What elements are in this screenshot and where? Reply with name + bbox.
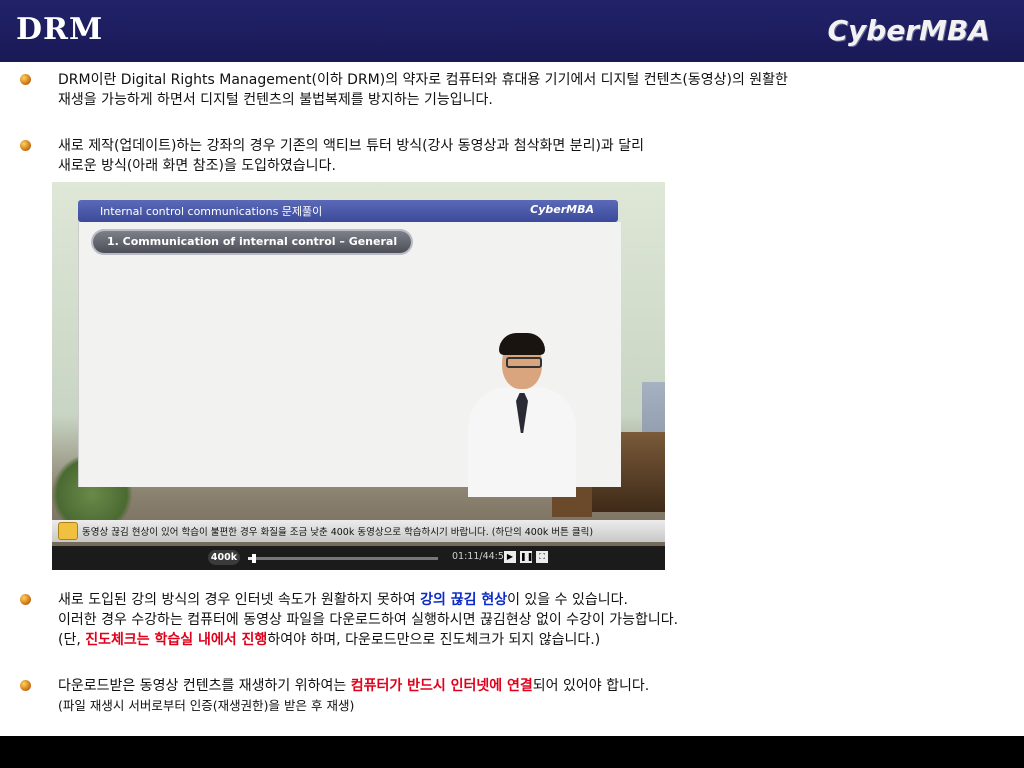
cybermba-logo: CyberMBA bbox=[827, 14, 990, 47]
bullet-buffering-notice: 새로 도입된 강의 방식의 경우 인터넷 속도가 원활하지 못하여 강의 끊김 … bbox=[20, 590, 679, 650]
bullet-text-line: 새로운 방식(아래 화면 참조)을 도입하였습니다. bbox=[58, 158, 336, 174]
video-header-title: Internal control communications 문제풀이 bbox=[100, 205, 323, 218]
playback-time: 01:11/44:53 bbox=[452, 551, 510, 562]
lecture-video-screenshot: Internal control communications 문제풀이 Cyb… bbox=[52, 182, 665, 570]
bitrate-400k-button[interactable]: 400k bbox=[208, 550, 240, 565]
video-header-bar: Internal control communications 문제풀이 Cyb… bbox=[78, 200, 618, 222]
emphasis-text: 컴퓨터가 반드시 인터넷에 연결 bbox=[350, 678, 533, 694]
seek-handle[interactable] bbox=[251, 554, 256, 563]
lecturer-hair bbox=[499, 333, 545, 355]
text-segment: 이 있을 수 있습니다. bbox=[507, 592, 628, 608]
text-segment: (단, bbox=[58, 632, 86, 648]
seek-bar[interactable] bbox=[248, 554, 438, 563]
bullet-dot-icon bbox=[20, 74, 31, 85]
bullet-text-line: 다운로드받은 동영상 컨텐츠를 재생하기 위하여는 컴퓨터가 반드시 인터넷에 … bbox=[58, 676, 649, 696]
text-segment: 하여야 하며, 다운로드만으로 진도체크가 되지 않습니다.) bbox=[267, 632, 601, 648]
bullet-new-method: 새로 제작(업데이트)하는 강좌의 경우 기존의 액티브 튜터 방식(강사 동영… bbox=[20, 136, 644, 176]
bullet-text-line: 이러한 경우 수강하는 컴퓨터에 동영상 파일을 다운로드하여 실행하시면 끊김… bbox=[58, 612, 679, 628]
bullet-text-line: (파일 재생시 서버로부터 인증(재생권한)을 받은 후 재생) bbox=[58, 698, 355, 713]
bullet-text-line: DRM이란 Digital Rights Management(이하 DRM)의… bbox=[58, 72, 788, 88]
chapter-title: 1. Communication of internal control – G… bbox=[93, 231, 412, 253]
notice-text: 동영상 끊김 현상이 있어 학습이 불편한 경우 화질을 조금 낮춘 400k … bbox=[82, 527, 594, 538]
bullet-text-line: (단, 진도체크는 학습실 내에서 진행하여야 하며, 다운로드만으로 진도체크… bbox=[58, 630, 678, 650]
lecturer-glasses bbox=[506, 357, 542, 368]
play-icon[interactable]: ▶ bbox=[504, 551, 516, 563]
bullet-drm-definition: DRM이란 Digital Rights Management(이하 DRM)의… bbox=[20, 70, 788, 110]
text-segment: 되어 있어야 합니다. bbox=[532, 678, 650, 694]
emphasis-text: 진도체크는 학습실 내에서 진행 bbox=[85, 632, 268, 648]
text-segment: 새로 도입된 강의 방식의 경우 인터넷 속도가 원활하지 못하여 bbox=[58, 592, 421, 608]
bullet-internet-required: 다운로드받은 동영상 컨텐츠를 재생하기 위하여는 컴퓨터가 반드시 인터넷에 … bbox=[20, 676, 649, 716]
emphasis-text: 강의 끊김 현상 bbox=[420, 592, 508, 608]
notice-icon bbox=[58, 522, 78, 540]
bullet-dot-icon bbox=[20, 680, 31, 691]
bullet-text-line: 재생을 가능하게 하면서 디지털 컨텐츠의 불법복제를 방지하는 기능입니다. bbox=[58, 92, 493, 108]
lecturer-figure bbox=[462, 333, 582, 497]
video-controls: 400k 01:11/44:53 ▶ ❚❚ ⛶ bbox=[52, 546, 665, 570]
bullet-dot-icon bbox=[20, 140, 31, 151]
footer-bar bbox=[0, 736, 1024, 768]
text-segment: 다운로드받은 동영상 컨텐츠를 재생하기 위하여는 bbox=[58, 678, 351, 694]
page-title: DRM bbox=[16, 12, 104, 47]
pause-icon[interactable]: ❚❚ bbox=[520, 551, 533, 563]
video-header-logo: CyberMBA bbox=[530, 203, 594, 216]
fullscreen-icon[interactable]: ⛶ bbox=[536, 551, 548, 563]
bullet-text-line: 새로 제작(업데이트)하는 강좌의 경우 기존의 액티브 튜터 방식(강사 동영… bbox=[58, 138, 644, 154]
header-bar: DRM CyberMBA bbox=[0, 0, 1024, 62]
bullet-text-line: 새로 도입된 강의 방식의 경우 인터넷 속도가 원활하지 못하여 강의 끊김 … bbox=[58, 590, 678, 610]
video-notice-bar: 동영상 끊김 현상이 있어 학습이 불편한 경우 화질을 조금 낮춘 400k … bbox=[52, 520, 665, 542]
bullet-dot-icon bbox=[20, 594, 31, 605]
